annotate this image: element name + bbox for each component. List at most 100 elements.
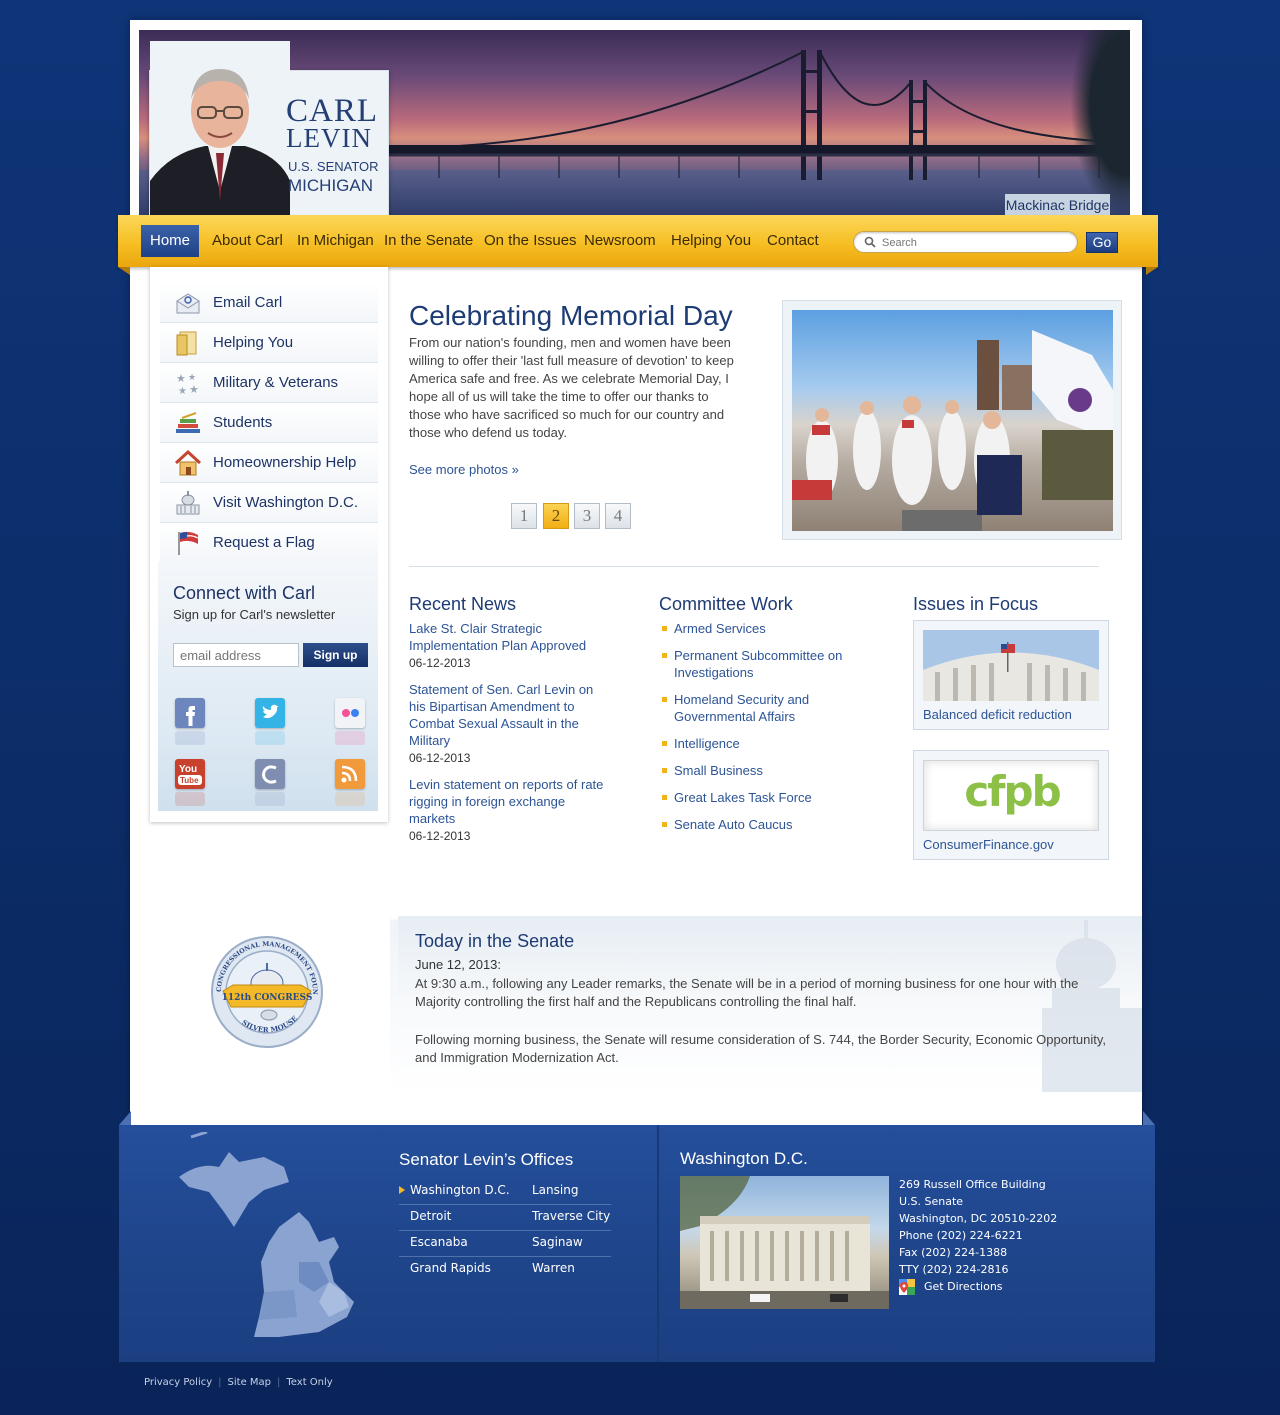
office-link-grand-rapids[interactable]: Grand Rapids (410, 1261, 491, 1275)
committee-link-permanent-subcommittee[interactable]: Permanent Subcommittee on Investigations (660, 647, 860, 681)
selected-office-arrow-icon (399, 1186, 405, 1194)
slideshow-page-2[interactable]: 2 (543, 503, 569, 529)
slideshow-page-1[interactable]: 1 (511, 503, 537, 529)
svg-text:You: You (179, 764, 197, 775)
office-link-warren[interactable]: Warren (532, 1261, 575, 1275)
sidebar: Email Carl Helping You ★ ★ ★ ★ Military … (150, 267, 388, 822)
youtube-icon[interactable]: You Tube (175, 759, 205, 789)
nav-helping-you[interactable]: Helping You (662, 225, 760, 257)
committee-link-auto-caucus[interactable]: Senate Auto Caucus (660, 816, 860, 833)
committee-link-intelligence[interactable]: Intelligence (660, 735, 860, 752)
sidebar-item-helping-you[interactable]: Helping You (160, 323, 378, 363)
dc-phone: Phone (202) 224-6221 (899, 1229, 1023, 1242)
content-divider (409, 566, 1099, 567)
committee-label: Homeland Security and Governmental Affai… (674, 692, 810, 724)
nav-in-the-senate[interactable]: In the Senate (375, 225, 482, 257)
sidebar-item-homeownership-help[interactable]: Homeownership Help (160, 443, 378, 483)
see-more-photos-link[interactable]: See more photos » (409, 462, 519, 477)
sidebar-item-students[interactable]: Students (160, 403, 378, 443)
slideshow-page-4[interactable]: 4 (605, 503, 631, 529)
dc-address-line: U.S. Senate (899, 1195, 964, 1208)
office-link-traverse-city[interactable]: Traverse City (532, 1209, 610, 1223)
news-date: 06-12-2013 (409, 751, 471, 765)
dc-office-title: Washington D.C. (680, 1149, 808, 1168)
dc-tty: TTY (202) 224-2816 (899, 1263, 1009, 1276)
dc-address-line: Washington, DC 20510-2202 (899, 1212, 1058, 1225)
issues-in-focus-title: Issues in Focus (913, 594, 1039, 614)
text-only-link[interactable]: Text Only (286, 1377, 332, 1388)
stars-icon: ★ ★ ★ ★ (176, 372, 199, 397)
committee-label: Permanent Subcommittee on Investigations (674, 648, 843, 680)
svg-text:★: ★ (176, 373, 186, 385)
quick-links-list: Email Carl Helping You ★ ★ ★ ★ Military … (160, 283, 378, 563)
committee-link-small-business[interactable]: Small Business (660, 762, 860, 779)
connect-title: Connect with Carl (173, 583, 316, 603)
nav-on-the-issues[interactable]: On the Issues (475, 225, 586, 257)
sidebar-item-visit-washington[interactable]: Visit Washington D.C. (160, 483, 378, 523)
news-headline-link[interactable]: Lake St. Clair Strategic Implementation … (409, 620, 604, 654)
committee-label: Small Business (674, 763, 763, 778)
sidebar-item-request-flag[interactable]: Request a Flag (160, 523, 378, 563)
recent-news-title: Recent News (409, 594, 517, 614)
office-link-escanaba[interactable]: Escanaba (410, 1235, 468, 1249)
committee-work-title: Committee Work (659, 594, 793, 614)
today-in-senate-title: Today in the Senate (415, 931, 575, 951)
flag-icon (178, 531, 199, 555)
committee-label: Great Lakes Task Force (674, 790, 812, 805)
nav-newsroom[interactable]: Newsroom (575, 225, 665, 257)
search-go-button[interactable]: Go (1086, 232, 1118, 253)
committee-link-great-lakes[interactable]: Great Lakes Task Force (660, 789, 860, 806)
flickr-icon[interactable] (335, 698, 365, 728)
map-pin-icon[interactable] (899, 1279, 915, 1295)
feature-title: Celebrating Memorial Day (409, 300, 733, 331)
feature-text: From our nation's founding, men and wome… (409, 335, 734, 440)
sidebar-item-label: Visit Washington D.C. (213, 494, 359, 511)
nav-contact[interactable]: Contact (758, 225, 828, 257)
issue-card-consumer-finance[interactable]: cfpb ConsumerFinance.gov (913, 750, 1109, 860)
cfpb-logo: cfpb (923, 760, 1099, 831)
search-icon (864, 236, 876, 248)
nav-in-michigan[interactable]: In Michigan (288, 225, 383, 257)
svg-text:★: ★ (189, 384, 199, 396)
cfpb-logo-text: cfpb (964, 767, 1061, 816)
nav-about-carl[interactable]: About Carl (203, 225, 292, 257)
senator-name-card: CARL LEVIN U.S. SENATOR MICHIGAN (149, 41, 389, 216)
newsletter-signup-button[interactable]: Sign up (303, 643, 368, 667)
facebook-icon[interactable] (175, 698, 205, 728)
slideshow-page-3[interactable]: 3 (574, 503, 600, 529)
office-link-detroit[interactable]: Detroit (410, 1209, 451, 1223)
sidebar-item-military-veterans[interactable]: ★ ★ ★ ★ Military & Veterans (160, 363, 378, 403)
nav-home[interactable]: Home (141, 225, 200, 257)
twitter-icon[interactable] (255, 698, 285, 728)
house-icon (174, 449, 202, 476)
site-map-link[interactable]: Site Map (228, 1377, 271, 1388)
privacy-policy-link[interactable]: Privacy Policy (144, 1377, 212, 1388)
dc-fax: Fax (202) 224-1388 (899, 1246, 1008, 1259)
senator-state: MICHIGAN (288, 176, 373, 195)
svg-text:Tube: Tube (180, 776, 199, 785)
issue-caption: ConsumerFinance.gov (923, 837, 1054, 852)
office-link-washington-dc[interactable]: Washington D.C. (410, 1183, 510, 1197)
office-link-saginaw[interactable]: Saginaw (532, 1235, 583, 1249)
search-input[interactable] (882, 234, 1072, 251)
committee-link-homeland-security[interactable]: Homeland Security and Governmental Affai… (660, 691, 860, 725)
issue-card-balanced-deficit[interactable]: Balanced deficit reduction (913, 620, 1109, 730)
news-headline-link[interactable]: Statement of Sen. Carl Levin on his Bipa… (409, 681, 604, 749)
office-link-lansing[interactable]: Lansing (532, 1183, 578, 1197)
congress-c-icon[interactable] (255, 759, 285, 789)
rss-icon[interactable] (335, 759, 365, 789)
newsletter-email-input[interactable] (173, 643, 299, 667)
today-in-senate-date: June 12, 2013: (415, 957, 502, 972)
committee-label: Armed Services (674, 621, 766, 636)
dc-address-line: 269 Russell Office Building (899, 1178, 1046, 1191)
footer-links: Privacy Policy | Site Map | Text Only (144, 1377, 333, 1388)
newsletter-subtitle: Sign up for Carl's newsletter (173, 607, 336, 622)
sidebar-item-email-carl[interactable]: Email Carl (160, 283, 378, 323)
today-in-senate-paragraph-1: At 9:30 a.m., following any Leader remar… (415, 976, 1079, 1009)
committee-link-armed-services[interactable]: Armed Services (660, 620, 860, 637)
get-directions-link[interactable]: Get Directions (924, 1280, 1003, 1293)
feature-photo-frame (782, 300, 1122, 540)
news-headline-link[interactable]: Levin statement on reports of rate riggi… (409, 776, 604, 827)
banner-caption: Mackinac Bridge (1005, 194, 1110, 216)
news-date: 06-12-2013 (409, 656, 471, 670)
